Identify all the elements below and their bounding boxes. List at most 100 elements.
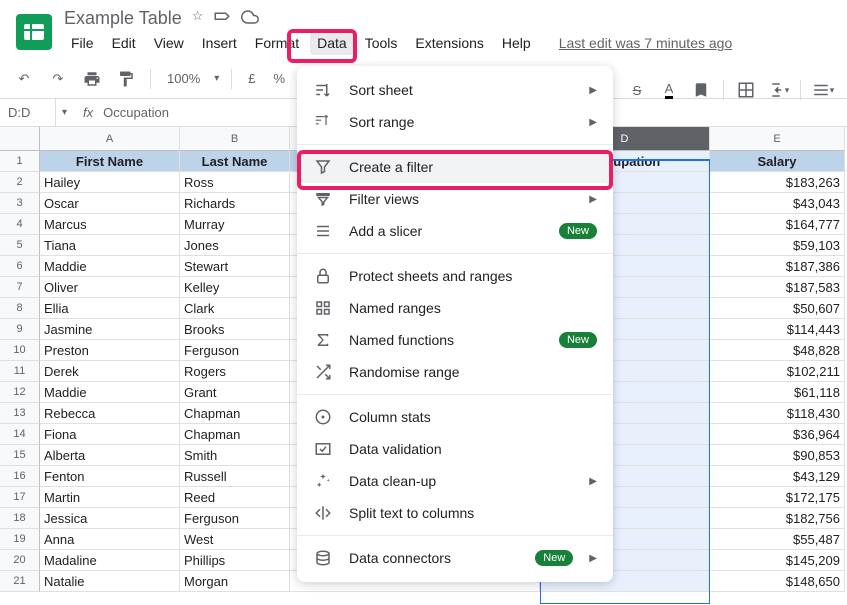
- cell[interactable]: $43,129: [710, 466, 845, 487]
- cell[interactable]: $114,443: [710, 319, 845, 340]
- cell[interactable]: Ellia: [40, 298, 180, 319]
- col-header-E[interactable]: E: [710, 127, 845, 151]
- cell[interactable]: Fiona: [40, 424, 180, 445]
- row-header[interactable]: 13: [0, 403, 40, 424]
- cell[interactable]: Maddie: [40, 256, 180, 277]
- strikethrough-button[interactable]: S: [625, 78, 649, 102]
- cell[interactable]: $187,386: [710, 256, 845, 277]
- cell[interactable]: $164,777: [710, 214, 845, 235]
- cloud-icon[interactable]: [241, 8, 259, 29]
- last-edit-link[interactable]: Last edit was 7 minutes ago: [552, 31, 740, 55]
- menu-item-data-clean-up[interactable]: Data clean-up▶: [297, 465, 613, 497]
- menu-item-data-validation[interactable]: Data validation: [297, 433, 613, 465]
- row-header[interactable]: 15: [0, 445, 40, 466]
- cell[interactable]: $187,583: [710, 277, 845, 298]
- col-header-B[interactable]: B: [180, 127, 290, 151]
- row-header[interactable]: 14: [0, 424, 40, 445]
- cell[interactable]: $118,430: [710, 403, 845, 424]
- sheets-logo[interactable]: [16, 14, 52, 50]
- cell[interactable]: Marcus: [40, 214, 180, 235]
- menu-edit[interactable]: Edit: [105, 31, 143, 55]
- row-header[interactable]: 18: [0, 508, 40, 529]
- cell[interactable]: $145,209: [710, 550, 845, 571]
- zoom-select[interactable]: 100%: [163, 71, 204, 86]
- cell[interactable]: Fenton: [40, 466, 180, 487]
- cell[interactable]: Jones: [180, 235, 290, 256]
- merge-button[interactable]: ▾: [766, 78, 790, 102]
- formula-input[interactable]: Occupation: [103, 105, 169, 120]
- header-cell[interactable]: First Name: [40, 151, 180, 172]
- row-header[interactable]: 9: [0, 319, 40, 340]
- row-header[interactable]: 17: [0, 487, 40, 508]
- cell[interactable]: Rogers: [180, 361, 290, 382]
- fill-color-button[interactable]: [689, 78, 713, 102]
- menu-item-randomise-range[interactable]: Randomise range: [297, 356, 613, 388]
- menu-help[interactable]: Help: [495, 31, 538, 55]
- paint-format-button[interactable]: [114, 67, 138, 91]
- cell[interactable]: $48,828: [710, 340, 845, 361]
- cell[interactable]: $182,756: [710, 508, 845, 529]
- cell[interactable]: Oliver: [40, 277, 180, 298]
- header-cell[interactable]: Salary: [710, 151, 845, 172]
- menu-tools[interactable]: Tools: [358, 31, 405, 55]
- row-header[interactable]: 6: [0, 256, 40, 277]
- document-title[interactable]: Example Table: [64, 8, 182, 29]
- cell[interactable]: Reed: [180, 487, 290, 508]
- cell[interactable]: Rebecca: [40, 403, 180, 424]
- cell[interactable]: Alberta: [40, 445, 180, 466]
- menu-item-data-connectors[interactable]: Data connectorsNew▶: [297, 542, 613, 574]
- menu-extensions[interactable]: Extensions: [408, 31, 490, 55]
- cell[interactable]: Jessica: [40, 508, 180, 529]
- row-header[interactable]: 10: [0, 340, 40, 361]
- row-header[interactable]: 21: [0, 571, 40, 592]
- cell[interactable]: $90,853: [710, 445, 845, 466]
- row-header[interactable]: 16: [0, 466, 40, 487]
- cell[interactable]: Ross: [180, 172, 290, 193]
- cell[interactable]: Chapman: [180, 424, 290, 445]
- cell[interactable]: $183,263: [710, 172, 845, 193]
- row-header[interactable]: 8: [0, 298, 40, 319]
- cell[interactable]: Murray: [180, 214, 290, 235]
- row-header[interactable]: 1: [0, 151, 40, 172]
- cell[interactable]: $55,487: [710, 529, 845, 550]
- row-header[interactable]: 4: [0, 214, 40, 235]
- cell[interactable]: Tiana: [40, 235, 180, 256]
- row-header[interactable]: 20: [0, 550, 40, 571]
- menu-item-named-ranges[interactable]: Named ranges: [297, 292, 613, 324]
- cell[interactable]: Maddie: [40, 382, 180, 403]
- cell[interactable]: Kelley: [180, 277, 290, 298]
- row-header[interactable]: 5: [0, 235, 40, 256]
- select-all-corner[interactable]: [0, 127, 40, 151]
- cell[interactable]: Derek: [40, 361, 180, 382]
- cell[interactable]: Madaline: [40, 550, 180, 571]
- redo-button[interactable]: ↷: [46, 67, 70, 91]
- cell[interactable]: Richards: [180, 193, 290, 214]
- header-cell[interactable]: Last Name: [180, 151, 290, 172]
- print-button[interactable]: [80, 67, 104, 91]
- cell[interactable]: Oscar: [40, 193, 180, 214]
- menu-format[interactable]: Format: [248, 31, 306, 55]
- menu-item-split-text-to-columns[interactable]: Split text to columns: [297, 497, 613, 529]
- cell[interactable]: Martin: [40, 487, 180, 508]
- name-box[interactable]: D:D: [0, 99, 56, 126]
- row-header[interactable]: 11: [0, 361, 40, 382]
- cell[interactable]: West: [180, 529, 290, 550]
- menu-insert[interactable]: Insert: [195, 31, 244, 55]
- cell[interactable]: Jasmine: [40, 319, 180, 340]
- borders-button[interactable]: [734, 78, 758, 102]
- cell[interactable]: Phillips: [180, 550, 290, 571]
- cell[interactable]: Smith: [180, 445, 290, 466]
- menu-item-column-stats[interactable]: Column stats: [297, 401, 613, 433]
- cell[interactable]: Stewart: [180, 256, 290, 277]
- currency-button[interactable]: £: [244, 71, 259, 86]
- cell[interactable]: Grant: [180, 382, 290, 403]
- menu-item-sort-sheet[interactable]: Sort sheet▶: [297, 74, 613, 106]
- cell[interactable]: $59,103: [710, 235, 845, 256]
- cell[interactable]: Russell: [180, 466, 290, 487]
- text-color-button[interactable]: A: [657, 78, 681, 102]
- menu-file[interactable]: File: [64, 31, 101, 55]
- menu-item-filter-views[interactable]: Filter views▶: [297, 183, 613, 215]
- cell[interactable]: Morgan: [180, 571, 290, 592]
- cell[interactable]: Preston: [40, 340, 180, 361]
- row-header[interactable]: 3: [0, 193, 40, 214]
